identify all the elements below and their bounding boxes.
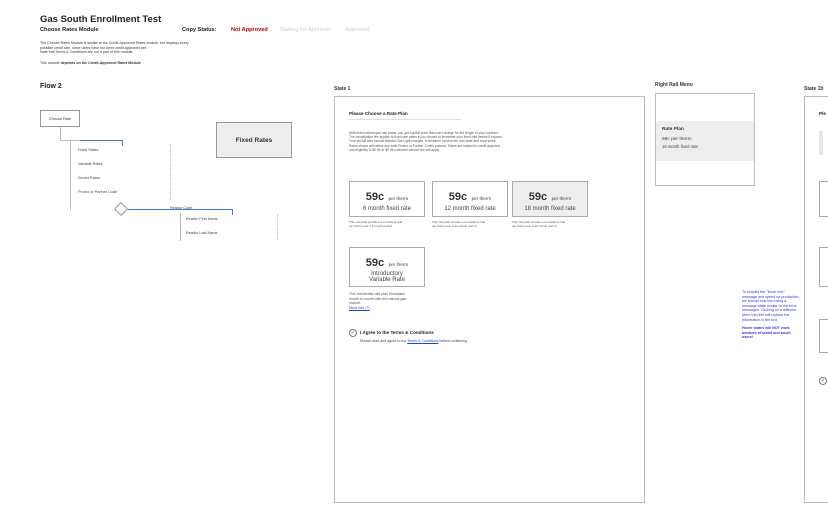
- status-waiting: Waiting for Approval: [280, 27, 330, 33]
- plan-price: 59c: [528, 191, 548, 203]
- plan-term: 6 month fixed rate: [362, 206, 412, 212]
- plan-desc-line: per therm over a 6 month period: [349, 223, 392, 228]
- flow-option-fixed: Fixed Rates: [78, 148, 99, 152]
- agree-terms-label: I Agree to the Terms & Conditions: [360, 330, 434, 335]
- rate-plan-summary: Rate Plan 59c per therm 18 month fixed r…: [656, 121, 754, 161]
- state1b-text-fragment: [819, 131, 828, 155]
- plan-price: 59c: [365, 191, 385, 203]
- plan-card-18-month[interactable]: 59c per therm 18 month fixed rate: [512, 181, 588, 217]
- more-info-link[interactable]: More Info (?): [349, 306, 406, 311]
- status-approved: Approved: [345, 27, 369, 33]
- intro-line: Note that Terms & Conditions are not a p…: [40, 50, 134, 55]
- flow-connector: [70, 140, 71, 210]
- choose-rate-node: Choose Rate: [40, 110, 80, 127]
- terms-link[interactable]: Terms & Conditions: [407, 339, 438, 343]
- dependency-bold: depends on the Credit-Approved Rates Mod…: [60, 61, 141, 65]
- note-bold-line: users!: [742, 335, 800, 340]
- state1-title: State 1: [334, 86, 351, 92]
- status-not-approved: Not Approved: [231, 27, 268, 33]
- dependency-prefix: This module: [40, 61, 61, 65]
- flow-connector: [60, 127, 61, 140]
- plan-unit: per therm: [551, 196, 572, 201]
- flow-connector: [180, 213, 181, 241]
- checkmark-icon[interactable]: ✓: [819, 377, 827, 385]
- plan-desc: This rate plan provides a consistent rat…: [512, 220, 565, 229]
- copy-status-label: Copy Status:: [182, 27, 217, 33]
- rate-plan-intro: With fixed natural gas rate plans, you g…: [349, 131, 503, 152]
- rate-plan-value: 59c per therm: [662, 137, 692, 142]
- plan-unit: per therm: [388, 196, 409, 201]
- realtor-code-label: Realtor Code: [170, 206, 193, 210]
- plan-price: 59c: [365, 257, 385, 269]
- rate-plan-label: Rate Plan: [662, 127, 684, 132]
- plan-card-variable[interactable]: 59c per therm Introductory Variable Rate: [349, 247, 425, 287]
- plan-term: 12 month fixed rate: [444, 206, 496, 212]
- note-bold: Hover states will NOT work: [742, 326, 790, 331]
- module-description: The Choose Rates Module is similar to th…: [40, 41, 240, 55]
- state1b-card-fragment: [819, 247, 828, 287]
- plan-card-12-month[interactable]: 59c per therm 12 month fixed rate: [432, 181, 508, 217]
- note-bold: users!: [742, 335, 754, 340]
- flow-connector: [232, 209, 233, 215]
- state1b-heading: Ple: [819, 111, 826, 116]
- flow-title: Flow 2: [40, 83, 62, 90]
- rate-plan-heading: Please Choose a Rate Plan: [349, 111, 408, 116]
- plan-card-6-month[interactable]: 59c per therm 6 month fixed rate: [349, 181, 425, 217]
- right-rail-title: Right Rail Menu: [655, 82, 693, 88]
- plan-unit: per therm: [471, 196, 492, 201]
- realtor-last-name: Realtor Last Name: [186, 231, 218, 235]
- design-note: To simplify the "More Info" message and …: [742, 290, 800, 340]
- realtor-first-name: Realtor First Name: [186, 217, 218, 221]
- flow-connector: [80, 140, 122, 141]
- page-title: Gas South Enrollment Test: [40, 14, 162, 25]
- plan-unit: per therm: [388, 262, 409, 267]
- note-line: information in the box.: [742, 317, 779, 322]
- state1b-title: State 1b: [804, 86, 824, 92]
- agree-sub-prefix: Please read and agree to the: [360, 339, 408, 343]
- plan-desc-line: per therm over a 12 month period: [432, 223, 477, 228]
- plan-term-line2: Variable Rate: [369, 277, 405, 283]
- fixed-rates-box: Fixed Rates: [216, 122, 292, 158]
- plan-desc: This rate plan provides a consistent rat…: [349, 220, 402, 229]
- module-name: Choose Rates Module: [40, 27, 99, 33]
- flow-option-variable: Variable Rates: [78, 162, 103, 166]
- note-bold: because of tablet and touch: [742, 330, 791, 335]
- plan-desc: This rate plan provides a consistent rat…: [432, 220, 485, 229]
- state1b-panel: Ple ✓: [804, 96, 828, 503]
- plan-desc-line: per therm over a 18 month period: [512, 223, 557, 228]
- flow-option-senior: Senior Rates: [78, 176, 100, 180]
- plan-price: 59c: [448, 191, 468, 203]
- agree-terms-sub: Please read and agree to the Terms & Con…: [360, 339, 467, 343]
- flow-divider: [170, 144, 171, 200]
- intro-line: Your bill will also include Atlanta Gas …: [349, 139, 497, 144]
- plan-term: 18 month fixed rate: [524, 206, 576, 212]
- heading-underline: [349, 119, 461, 120]
- intro-line: and eligibility. A $5.95 or $9.95 custom…: [349, 147, 440, 152]
- state1b-card-fragment: [819, 181, 828, 217]
- checkmark-icon[interactable]: ✓: [349, 329, 357, 337]
- flow-option-promo: Promo or Partner Code: [78, 190, 118, 194]
- dependency-note: This module depends on the Credit-Approv…: [40, 61, 141, 65]
- right-rail-box: Rate Plan 59c per therm 18 month fixed r…: [655, 93, 755, 186]
- state1-panel: Please Choose a Rate Plan With fixed nat…: [334, 96, 645, 503]
- variable-plan-desc: This residential rate plan fluctuates mo…: [349, 292, 406, 311]
- decision-diamond: [113, 201, 129, 217]
- flow-divider: [277, 214, 278, 240]
- agree-sub-suffix: before continuing: [438, 339, 468, 343]
- rate-plan-term: 18 month fixed rate: [662, 144, 698, 149]
- flow-connector: [122, 140, 123, 146]
- state1b-info-fragment: [819, 319, 828, 353]
- plan-desc-line: This residential rate plan fluctuates: [349, 292, 405, 296]
